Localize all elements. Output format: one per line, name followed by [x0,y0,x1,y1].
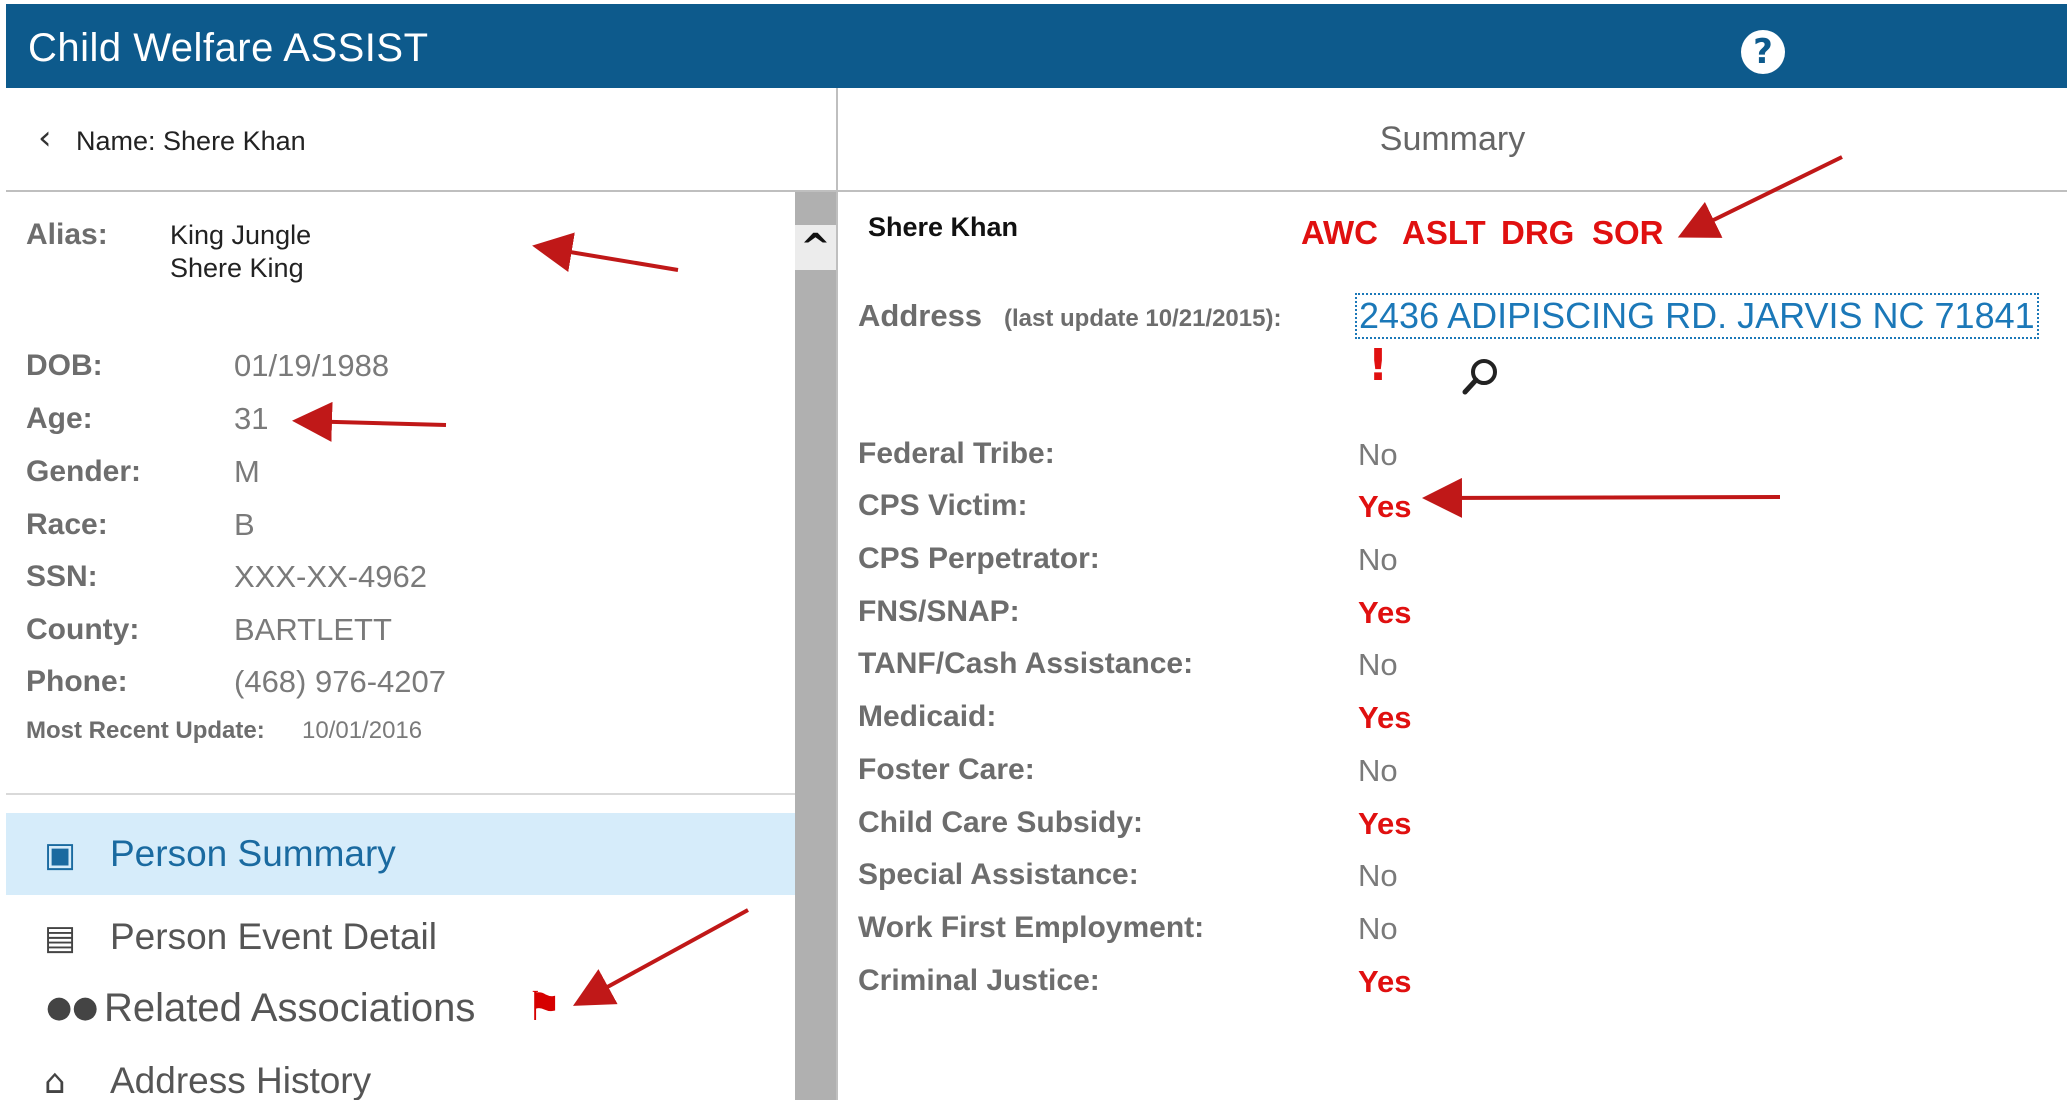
program-label: TANF/Cash Assistance: [858,647,1194,680]
summary-title: Summary [1379,120,1526,158]
id-card-icon: ▣ [44,835,77,875]
race-label: Race: [26,508,108,541]
program-label: Special Assistance: [858,858,1139,891]
nav-separator [6,793,795,795]
program-label: CPS Perpetrator: [858,542,1100,575]
annotation-arrow [292,401,447,442]
gender-label: Gender: [26,455,142,488]
age-label: Age: [26,402,93,435]
phone-value: (468) 976-4207 [234,664,446,699]
app-title: Child Welfare ASSIST [28,26,429,70]
gender-value: M [234,454,260,489]
dob-value: 01/19/1988 [234,348,390,383]
app-header: Child Welfare ASSIST ? [6,4,2067,88]
person-name-label: Name: Shere Khan [76,126,306,156]
program-value: Yes [1358,806,1412,841]
chevron-left-icon[interactable]: ‹ [38,118,52,158]
alias-label: Alias: [26,218,108,251]
alias-value: King Jungle [170,220,312,250]
flag-icon: ⚑ [526,984,562,1030]
program-value: No [1358,753,1398,788]
flag-tag: ASLT [1402,214,1486,251]
program-value: No [1358,911,1398,946]
program-label: Federal Tribe: [858,437,1055,470]
program-value: Yes [1358,700,1412,735]
alias-value: Shere King [170,253,304,283]
panel-divider [836,88,838,1100]
program-label: Work First Employment: [858,911,1205,944]
address-label: Address [858,298,983,333]
program-value: Yes [1358,964,1412,999]
race-value: B [234,507,255,542]
annotation-arrow [532,232,679,272]
recent-update-value: 10/01/2016 [302,717,423,744]
nav-item-person-event-detail[interactable]: ▤ Person Event Detail [6,896,795,978]
summary-person-name: Shere Khan [868,212,1019,242]
address-link[interactable]: 2436 ADIPISCING RD. JARVIS NC 71841 [1355,293,2039,339]
program-value: No [1358,858,1398,893]
search-icon[interactable] [1460,355,1502,397]
program-value: No [1358,542,1398,577]
nav-item-label: Person Summary [110,833,396,874]
left-header: ‹ Name: Shere Khan [6,88,836,192]
program-label: CPS Victim: [858,489,1028,522]
flag-tag: AWC [1301,214,1378,251]
program-value: Yes [1358,489,1412,524]
phone-label: Phone: [26,665,128,698]
program-label: Foster Care: [858,753,1035,786]
program-value: Yes [1358,595,1412,630]
dob-label: DOB: [26,349,103,382]
houses-icon: ⌂ [44,1062,66,1100]
flag-tag: DRG [1501,214,1575,251]
alert-icon: ! [1368,340,1389,391]
scroll-up-icon[interactable]: ^ [795,225,836,270]
people-group-icon: ●● [46,990,99,1025]
annotation-arrow [1422,477,1781,518]
nav-item-person-summary[interactable]: ▣ Person Summary [6,813,795,895]
program-label: Child Care Subsidy: [858,806,1144,839]
nav-item-related-associations[interactable]: ●● Related Associations ⚑ [6,968,795,1050]
program-label: Criminal Justice: [858,964,1100,997]
age-value: 31 [234,401,269,436]
nav-item-label: Address History [110,1060,372,1100]
program-value: No [1358,437,1398,472]
nav-item-address-history[interactable]: ⌂ Address History [6,1040,795,1100]
ssn-value: XXX-XX-4962 [234,559,427,594]
flag-tag: SOR [1592,214,1664,251]
county-label: County: [26,613,140,646]
program-label: FNS/SNAP: [858,595,1020,628]
program-label: Medicaid: [858,700,997,733]
clipboard-person-icon: ▤ [44,918,77,958]
nav-item-label: Person Event Detail [110,916,438,957]
ssn-label: SSN: [26,560,98,593]
recent-update-label: Most Recent Update: [26,717,265,744]
right-header: Summary [838,88,2067,192]
help-icon[interactable]: ? [1741,30,1785,74]
scrollbar[interactable] [795,192,836,1100]
nav-item-label: Related Associations [104,986,476,1030]
address-update-note: (last update 10/21/2015): [1004,305,1282,332]
county-value: BARTLETT [234,612,392,647]
program-value: No [1358,647,1398,682]
